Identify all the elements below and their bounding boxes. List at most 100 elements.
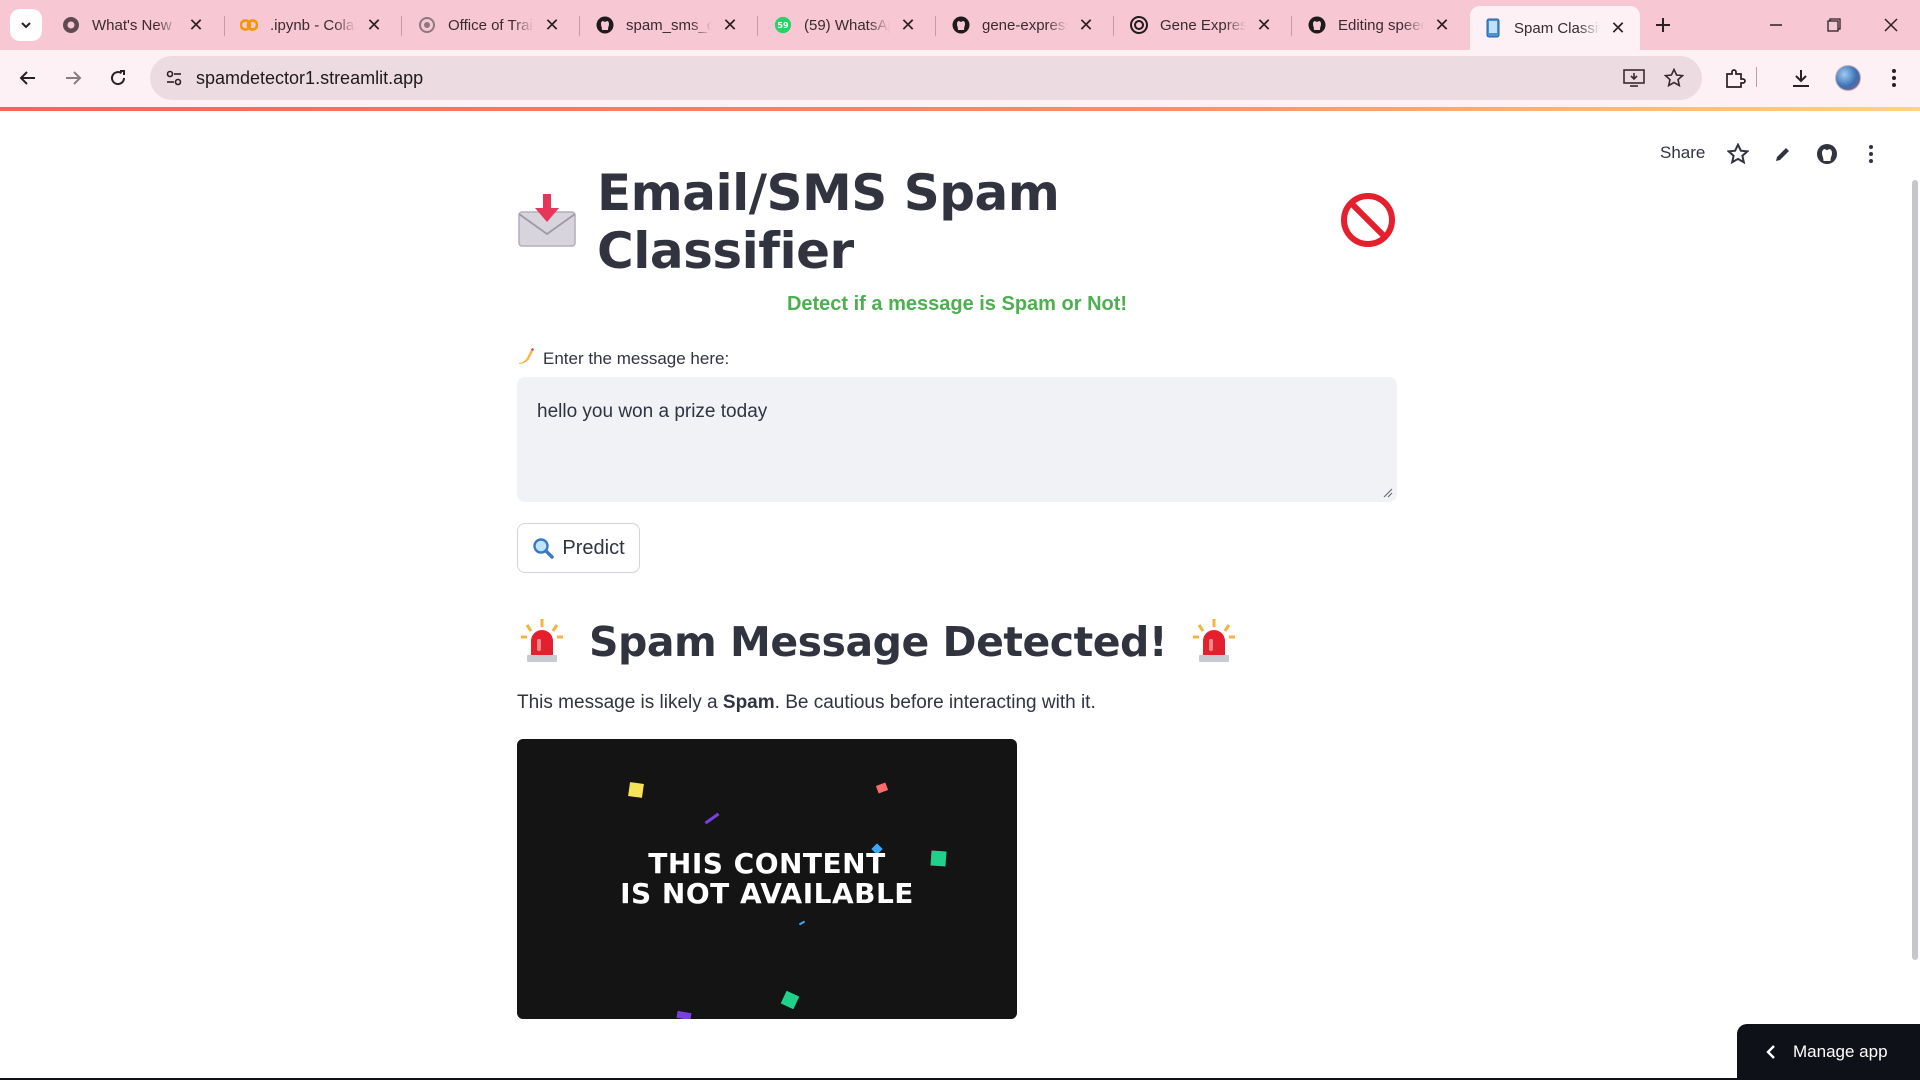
site-icon: [418, 16, 436, 34]
star-icon: [1727, 143, 1749, 165]
close-icon[interactable]: ✕: [898, 15, 918, 35]
close-icon[interactable]: ✕: [1076, 15, 1096, 35]
pencil-icon: [1776, 148, 1789, 161]
app-subtitle: Detect if a message is Spam or Not!: [786, 293, 1128, 315]
chevron-down-icon: [21, 22, 31, 29]
address-bar[interactable]: spamdetector1.streamlit.app: [150, 56, 1702, 100]
edit-button[interactable]: [1770, 141, 1796, 167]
new-tab-button[interactable]: [1648, 10, 1678, 40]
install-app-button[interactable]: [1622, 66, 1646, 90]
svg-text:59: 59: [777, 20, 789, 30]
github-icon: [1817, 144, 1837, 164]
minimize-icon: [1770, 24, 1782, 26]
message-input-label: Enter the message here:: [517, 347, 729, 370]
police-light-icon: [1189, 615, 1239, 670]
manage-app-button[interactable]: Manage app: [1737, 1024, 1920, 1080]
tab-title: (59) WhatsApp: [804, 16, 890, 34]
share-button[interactable]: Share: [1660, 143, 1705, 163]
predict-button[interactable]: Predict: [517, 523, 640, 573]
tab-divider: [1291, 16, 1292, 36]
site-info-button[interactable]: [160, 64, 188, 92]
result-heading-text: Spam Message Detected!: [589, 618, 1168, 666]
input-label-text: Enter the message here:: [543, 348, 730, 368]
tab-gene-expression-chatgpt[interactable]: Gene Expression ✕: [1116, 6, 1286, 44]
close-icon[interactable]: ✕: [1432, 15, 1452, 35]
restore-button[interactable]: [1805, 0, 1863, 50]
close-icon[interactable]: ✕: [186, 15, 206, 35]
resize-handle-icon[interactable]: [1383, 488, 1393, 498]
arrow-left-icon: [19, 71, 35, 85]
tab-spam-sms-classifier[interactable]: spam_sms_classifier ✕: [582, 6, 752, 44]
close-icon: [1884, 18, 1898, 32]
bookmark-star-button[interactable]: [1662, 66, 1686, 90]
tab-office-of-training[interactable]: Office of Training ✕: [404, 6, 574, 44]
back-button[interactable]: [10, 60, 46, 96]
github-icon: [952, 16, 970, 34]
url-text[interactable]: spamdetector1.streamlit.app: [196, 68, 423, 89]
browser-toolbar: spamdetector1.streamlit.app: [0, 50, 1920, 107]
toolbar-divider: [1756, 67, 1757, 87]
puzzle-icon: [1726, 69, 1746, 88]
content-unavailable-text: THIS CONTENT IS NOT AVAILABLE: [620, 847, 914, 910]
close-icon[interactable]: ✕: [364, 15, 384, 35]
install-app-icon: [1623, 69, 1645, 87]
close-icon[interactable]: ✕: [1254, 15, 1274, 35]
downloads-button[interactable]: [1786, 63, 1816, 93]
extensions-button[interactable]: [1720, 63, 1750, 93]
tab-spam-classifier[interactable]: Spam Classifier ✕: [1470, 6, 1640, 50]
kebab-menu-icon: [1869, 145, 1873, 163]
unavailable-media: THIS CONTENT IS NOT AVAILABLE: [517, 739, 1017, 1019]
tab-search-button[interactable]: [10, 9, 42, 41]
close-icon[interactable]: ✕: [542, 15, 562, 35]
tune-icon: [166, 70, 182, 86]
openai-icon: [1130, 16, 1148, 34]
forward-button[interactable]: [55, 60, 91, 96]
tab-divider: [1113, 16, 1114, 36]
tab-whats-new[interactable]: What's New ✕: [48, 6, 218, 44]
police-light-icon: [517, 615, 567, 670]
minimize-button[interactable]: [1747, 0, 1805, 50]
github-icon: [596, 16, 614, 34]
tab-title: What's New: [92, 16, 172, 34]
tab-title: gene-expression: [982, 16, 1068, 34]
tab-title: Editing speech: [1338, 16, 1424, 34]
profile-avatar[interactable]: [1835, 65, 1861, 91]
kebab-menu-icon: [1892, 69, 1896, 87]
github-link-button[interactable]: [1814, 141, 1840, 167]
predict-label: Predict: [562, 536, 625, 559]
tab-strip: What's New ✕ .ipynb - Colab ✕ Office of …: [0, 0, 1920, 50]
tab-whatsapp[interactable]: 59 (59) WhatsApp ✕: [760, 6, 930, 44]
restore-icon: [1827, 18, 1841, 32]
star-icon: [1664, 68, 1684, 88]
browser-menu-button[interactable]: [1879, 63, 1909, 93]
tab-title: Office of Training: [448, 16, 534, 34]
tab-title: Gene Expression: [1160, 16, 1246, 34]
favorite-button[interactable]: [1725, 141, 1751, 167]
chevron-left-icon: [1765, 1044, 1777, 1060]
tab-title: .ipynb - Colab: [270, 16, 356, 34]
reload-icon: [111, 70, 126, 86]
close-window-button[interactable]: [1862, 0, 1920, 50]
tab-colab[interactable]: .ipynb - Colab ✕: [226, 6, 396, 44]
arrow-right-icon: [66, 71, 82, 85]
page-scrollbar[interactable]: [1912, 180, 1918, 960]
reload-button[interactable]: [100, 60, 136, 96]
tab-editing-speech[interactable]: Editing speech ✕: [1294, 6, 1464, 44]
spam-keyword: Spam: [722, 692, 775, 713]
download-icon: [1793, 70, 1809, 87]
close-icon[interactable]: ✕: [720, 15, 740, 35]
app-menu-button[interactable]: [1858, 141, 1884, 167]
tab-divider: [224, 16, 225, 36]
message-textarea[interactable]: hello you won a prize today: [517, 377, 1397, 502]
tab-divider: [401, 16, 402, 36]
tab-title: spam_sms_classifier: [626, 16, 712, 34]
confetti-piece: [676, 1010, 692, 1019]
tab-gene-expression-github[interactable]: gene-expression ✕: [938, 6, 1108, 44]
tab-divider: [935, 16, 936, 36]
confetti-piece: [780, 990, 800, 1010]
envelope-arrow-icon: [517, 192, 577, 253]
close-icon[interactable]: ✕: [1608, 18, 1628, 38]
result-description: This message is likely a Spam. Be cautio…: [517, 692, 1096, 713]
app-title: Email/SMS Spam Classifier: [597, 164, 1060, 280]
writing-hand-icon: [517, 347, 535, 370]
